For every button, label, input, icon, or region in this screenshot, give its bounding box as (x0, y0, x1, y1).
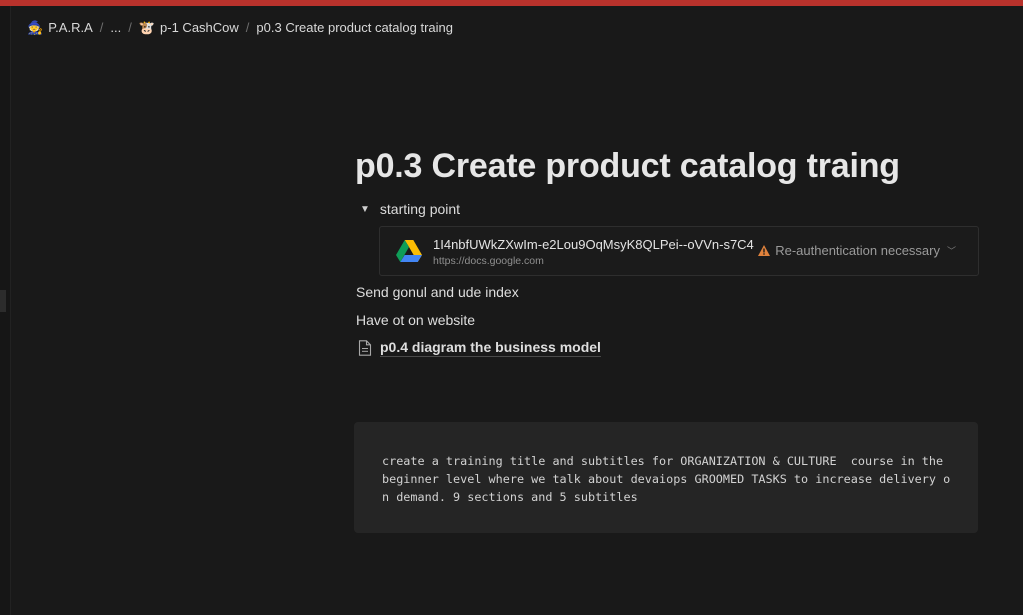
breadcrumb-item-ellipsis[interactable]: ... (110, 20, 121, 35)
toggle-label: starting point (379, 201, 461, 217)
google-drive-bookmark[interactable]: 1I4nbfUWkZXwIm-e2Lou9OqMsyK8QLPei--oVVn-… (379, 226, 979, 276)
reauth-label: Re-authentication necessary (775, 243, 940, 258)
code-block[interactable]: create a training title and subtitles fo… (354, 422, 978, 533)
breadcrumb-separator: / (99, 19, 104, 35)
text-block[interactable]: Send gonul and ude index (356, 284, 519, 300)
bookmark-url: https://docs.google.com (433, 255, 544, 267)
wizard-emoji-icon: 🧙 (27, 19, 44, 35)
breadcrumb-separator: / (245, 19, 250, 35)
toggle-triangle-icon[interactable]: ▼ (360, 204, 370, 215)
breadcrumb-label: P.A.R.A (48, 19, 93, 35)
warning-icon (758, 245, 771, 256)
google-drive-icon (396, 240, 422, 262)
code-line: create a training title and subtitles fo… (382, 454, 944, 468)
page-link-label: p0.4 diagram the business model (380, 339, 601, 357)
breadcrumb: 🧙 P.A.R.A / ... / 🐮 p-1 CashCow / p0.3 C… (27, 18, 453, 36)
breadcrumb-item-para[interactable]: 🧙 P.A.R.A (27, 20, 93, 35)
document-icon (358, 340, 372, 356)
page-link-diagram-business-model[interactable]: p0.4 diagram the business model (358, 339, 601, 357)
code-content[interactable]: create a training title and subtitles fo… (382, 452, 958, 506)
breadcrumb-label: ... (110, 19, 122, 35)
code-line: n demand. 9 sections and 5 subtitles (382, 490, 638, 504)
bookmark-title: 1I4nbfUWkZXwIm-e2Lou9OqMsyK8QLPei--oVVn-… (433, 237, 754, 252)
breadcrumb-label: p-1 CashCow (160, 19, 239, 35)
breadcrumb-label: p0.3 Create product catalog traing (256, 19, 453, 35)
text-block[interactable]: Have ot on website (356, 312, 475, 328)
toggle-block-starting-point[interactable]: ▼ starting point (360, 201, 460, 217)
breadcrumb-separator: / (128, 19, 132, 35)
chevron-down-icon: ﹀ (946, 246, 956, 256)
breadcrumb-item-current-page[interactable]: p0.3 Create product catalog traing (256, 20, 453, 35)
page-title[interactable]: p0.3 Create product catalog traing (355, 147, 900, 186)
sidebar-resize-handle[interactable] (0, 290, 6, 312)
cow-emoji-icon: 🐮 (138, 19, 156, 35)
code-line: beginner level where we talk about devai… (382, 472, 951, 486)
reauth-status[interactable]: Re-authentication necessary ﹀ (758, 243, 956, 258)
breadcrumb-item-cashcow[interactable]: 🐮 p-1 CashCow (139, 20, 239, 35)
window-top-accent-bar (0, 0, 1023, 6)
